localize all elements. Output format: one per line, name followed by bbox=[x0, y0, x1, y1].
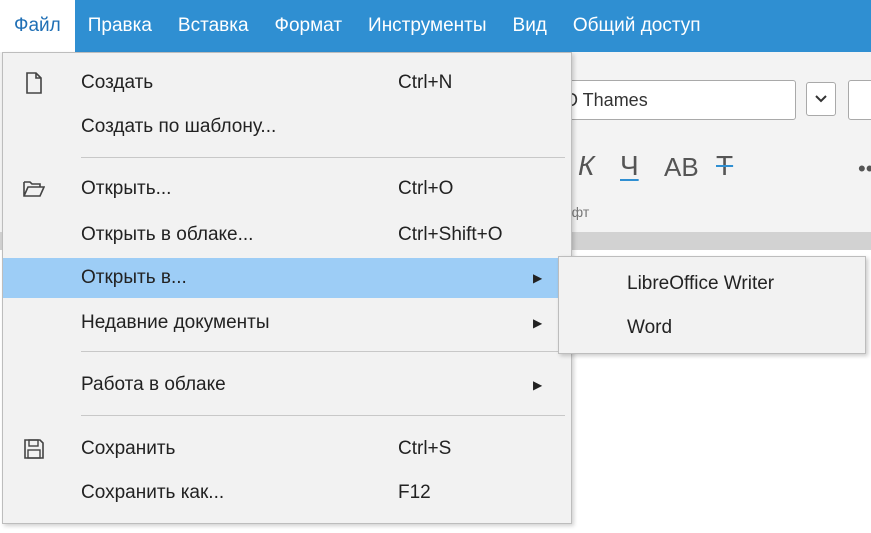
submenu-arrow-icon: ▶ bbox=[533, 378, 543, 392]
new-document-icon bbox=[23, 72, 45, 94]
menu-item-shortcut: Ctrl+Shift+O bbox=[398, 224, 503, 245]
menu-bar: Файл Правка Вставка Формат Инструменты В… bbox=[0, 0, 871, 52]
menu-view[interactable]: Вид bbox=[500, 0, 560, 52]
menu-item-new-from-template[interactable]: Создать по шаблону... bbox=[3, 107, 571, 147]
menu-item-save[interactable]: Сохранить Ctrl+S bbox=[3, 429, 571, 469]
strikethrough-button[interactable]: Т bbox=[716, 150, 733, 182]
menu-separator bbox=[81, 351, 565, 352]
menu-item-open-cloud[interactable]: Открыть в облаке... Ctrl+Shift+O bbox=[3, 215, 571, 255]
submenu-arrow-icon: ▶ bbox=[533, 316, 543, 330]
more-format-button[interactable]: •• bbox=[858, 156, 871, 182]
underline-button[interactable]: Ч bbox=[620, 150, 639, 182]
menu-item-label: Сохранить bbox=[81, 438, 176, 459]
menu-file[interactable]: Файл bbox=[0, 0, 75, 52]
open-in-submenu: LibreOffice Writer Word bbox=[558, 256, 866, 354]
menu-insert[interactable]: Вставка bbox=[165, 0, 262, 52]
menu-item-label: Работа в облаке bbox=[81, 374, 226, 395]
menu-item-open[interactable]: Открыть... Ctrl+O bbox=[3, 169, 571, 209]
chevron-down-icon bbox=[815, 95, 827, 103]
menu-item-recent[interactable]: Недавние документы ▶ bbox=[3, 303, 571, 343]
menu-item-label: Недавние документы bbox=[81, 312, 270, 333]
save-icon bbox=[23, 438, 45, 460]
file-menu: Создать Ctrl+N Создать по шаблону... Отк… bbox=[2, 52, 572, 524]
menu-item-open-in[interactable]: Открыть в... ▶ bbox=[3, 258, 571, 298]
menu-share[interactable]: Общий доступ bbox=[560, 0, 714, 52]
menu-item-save-as[interactable]: Сохранить как... F12 bbox=[3, 473, 571, 513]
menu-item-new[interactable]: Создать Ctrl+N bbox=[3, 63, 571, 103]
submenu-arrow-icon: ▶ bbox=[533, 271, 543, 285]
font-dropdown-button[interactable] bbox=[806, 82, 836, 116]
submenu-item-word[interactable]: Word bbox=[627, 317, 672, 339]
font-name-value: D Thames bbox=[565, 90, 648, 110]
menu-item-label: Открыть в... bbox=[81, 267, 187, 288]
menu-item-label: Создать bbox=[81, 72, 154, 93]
font-size-combobox[interactable] bbox=[848, 80, 871, 120]
font-name-combobox[interactable]: D Thames bbox=[556, 80, 796, 120]
menu-item-shortcut: Ctrl+O bbox=[398, 178, 454, 199]
menu-item-label: Открыть... bbox=[81, 178, 172, 199]
menu-item-label: Создать по шаблону... bbox=[81, 116, 277, 137]
menu-item-shortcut: Ctrl+N bbox=[398, 72, 453, 93]
menu-separator bbox=[81, 415, 565, 416]
caps-button[interactable]: АВ bbox=[664, 152, 699, 183]
folder-open-icon bbox=[23, 178, 45, 200]
menu-item-cloud-work[interactable]: Работа в облаке ▶ bbox=[3, 365, 571, 405]
menu-item-label: Открыть в облаке... bbox=[81, 224, 254, 245]
italic-button[interactable]: К bbox=[578, 150, 595, 182]
menu-edit[interactable]: Правка bbox=[75, 0, 165, 52]
menu-item-shortcut: F12 bbox=[398, 482, 431, 503]
menu-separator bbox=[81, 157, 565, 158]
menu-item-label: Сохранить как... bbox=[81, 482, 225, 503]
menu-tools[interactable]: Инструменты bbox=[355, 0, 499, 52]
submenu-item-libreoffice-writer[interactable]: LibreOffice Writer bbox=[627, 273, 774, 295]
menu-item-shortcut: Ctrl+S bbox=[398, 438, 452, 459]
menu-format[interactable]: Формат bbox=[262, 0, 356, 52]
